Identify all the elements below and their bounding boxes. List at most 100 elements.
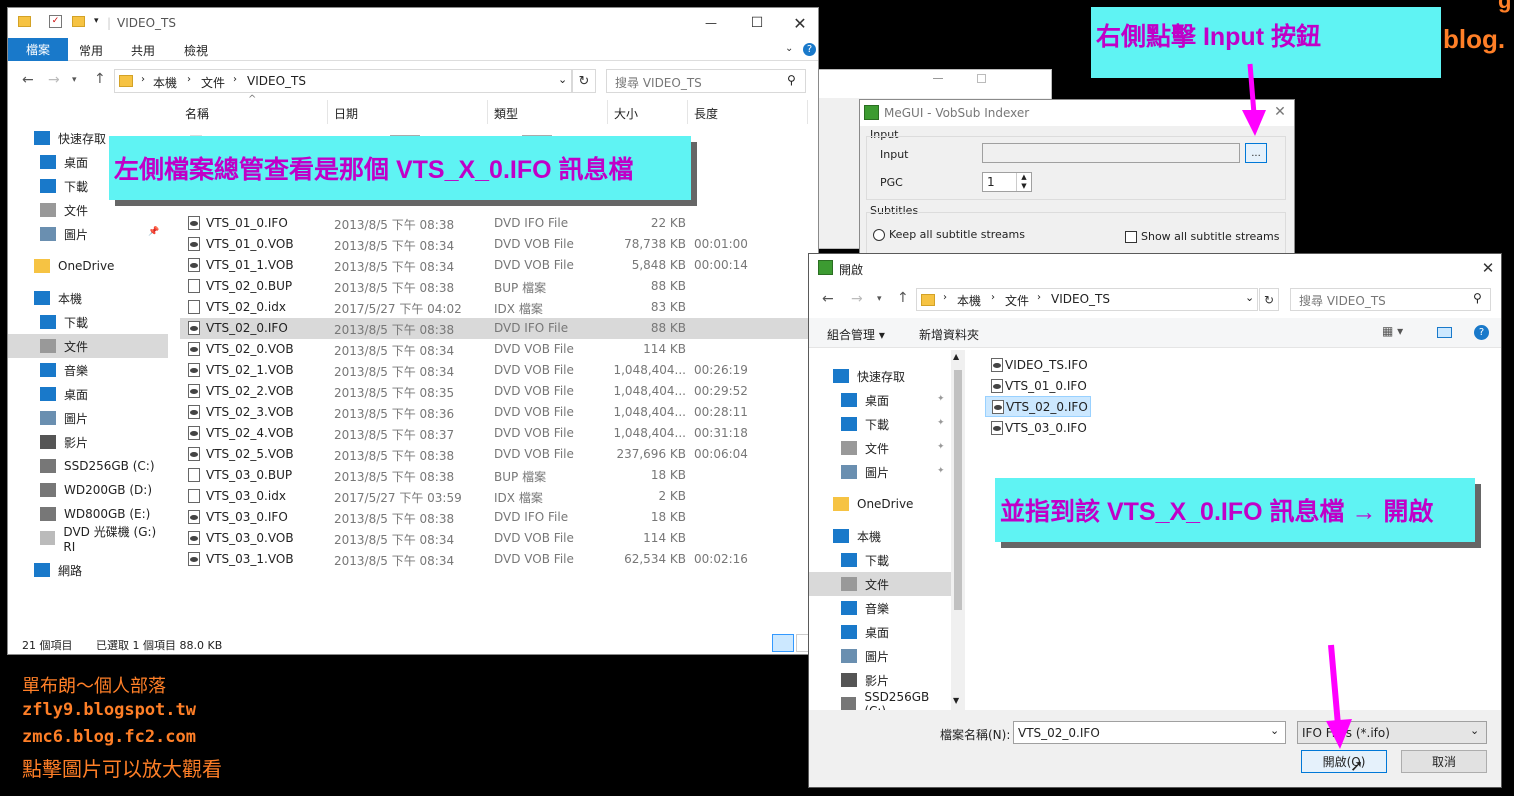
breadcrumb-item[interactable]: 文件 <box>1005 292 1029 309</box>
tab-home[interactable]: 常用 <box>79 42 103 59</box>
filename-input[interactable]: VTS_02_0.IFO ⌄ <box>1013 721 1286 744</box>
file-row[interactable]: VTS_02_0.BUP 2013/8/5 下午 08:38 BUP 檔案 88 KB <box>180 276 808 297</box>
column-length[interactable]: 長度 <box>694 105 718 122</box>
minimize-button[interactable]: — <box>688 8 734 38</box>
sidebar-item[interactable]: 桌面 <box>8 382 168 406</box>
dialog-nav-item[interactable]: SSD256GB (C:) <box>809 690 951 710</box>
breadcrumb-item[interactable]: VIDEO_TS <box>1051 292 1110 306</box>
dialog-file-item[interactable]: VTS_03_0.IFO <box>985 417 1185 438</box>
pin-icon[interactable]: ✦ <box>937 394 945 404</box>
sidebar-item[interactable]: 圖片 📌 <box>8 222 168 246</box>
file-row[interactable]: VTS_03_0.IFO 2013/8/5 下午 08:38 DVD IFO Fil… <box>180 507 808 528</box>
pin-icon[interactable]: 📌 <box>148 227 159 237</box>
tab-view[interactable]: 檢視 <box>184 42 208 59</box>
refresh-button[interactable]: ↻ <box>572 69 596 93</box>
open-button[interactable]: 開啟(O) <box>1301 750 1387 773</box>
file-row[interactable]: VTS_03_0.idx 2017/5/27 下午 03:59 IDX 檔案 2 KB <box>180 486 808 507</box>
dialog-address-bar[interactable]: › 本機 › 文件 › VIDEO_TS ⌄ <box>916 288 1258 311</box>
dialog-close-button[interactable]: ✕ <box>1477 258 1499 278</box>
back-icon[interactable]: ← <box>822 291 834 307</box>
address-bar[interactable]: › 本機 › 文件 › VIDEO_TS ⌄ <box>114 69 572 93</box>
tab-share[interactable]: 共用 <box>131 42 155 59</box>
dialog-nav-item[interactable]: 下載 ✦ <box>809 412 951 436</box>
sidebar-item[interactable]: 本機 <box>8 286 168 310</box>
pin-icon[interactable]: ✦ <box>937 442 945 452</box>
preview-pane-icon[interactable] <box>1437 327 1452 338</box>
file-row[interactable]: VTS_02_0.VOB 2013/8/5 下午 08:34 DVD VOB Fil… <box>180 339 808 360</box>
file-row[interactable]: VTS_02_5.VOB 2013/8/5 下午 08:38 DVD VOB Fil… <box>180 444 808 465</box>
sidebar-item[interactable]: 網路 <box>8 558 168 582</box>
pin-icon[interactable]: ✦ <box>937 466 945 476</box>
dialog-nav-item[interactable]: 影片 <box>809 668 951 692</box>
file-row[interactable]: VTS_02_0.IFO 2013/8/5 下午 08:38 DVD IFO Fil… <box>180 318 808 339</box>
sidebar-item[interactable]: 圖片 <box>8 406 168 430</box>
up-icon[interactable]: ↑ <box>897 290 909 306</box>
close-button[interactable]: ✕ <box>780 8 818 38</box>
back-icon[interactable]: ← <box>22 72 34 88</box>
file-row[interactable]: VTS_02_1.VOB 2013/8/5 下午 08:34 DVD VOB Fil… <box>180 360 808 381</box>
sidebar-item[interactable]: OneDrive <box>8 254 168 278</box>
quick-access-dropdown-icon[interactable]: ▾ <box>94 16 99 26</box>
sidebar-item[interactable]: SSD256GB (C:) <box>8 454 168 478</box>
recent-locations-icon[interactable]: ▾ <box>72 75 77 85</box>
new-folder-button[interactable]: 新增資料夾 <box>919 326 979 343</box>
sidebar-item[interactable]: 文件 <box>8 198 168 222</box>
properties-icon[interactable]: ✓ <box>49 15 62 28</box>
dialog-file-item[interactable]: VTS_02_0.IFO <box>985 396 1091 417</box>
help-icon[interactable]: ? <box>1474 325 1489 340</box>
dialog-nav-item[interactable]: 下載 <box>809 548 951 572</box>
file-row[interactable]: VTS_02_3.VOB 2013/8/5 下午 08:36 DVD VOB Fil… <box>180 402 808 423</box>
recent-locations-icon[interactable]: ▾ <box>877 294 882 304</box>
sidebar-item[interactable]: 音樂 <box>8 358 168 382</box>
address-dropdown-icon[interactable]: ⌄ <box>558 73 567 86</box>
help-icon[interactable]: ? <box>803 43 816 56</box>
breadcrumb-item[interactable]: 本機 <box>153 74 177 91</box>
dialog-search-input[interactable]: 搜尋 VIDEO_TS ⚲ <box>1290 288 1491 311</box>
input-browse-button[interactable]: ... <box>1245 143 1267 163</box>
dialog-nav-item[interactable]: 文件 <box>809 572 951 596</box>
new-folder-icon[interactable] <box>72 16 85 27</box>
dialog-nav-item[interactable]: 音樂 <box>809 596 951 620</box>
file-row[interactable]: VTS_03_0.VOB 2013/8/5 下午 08:34 DVD VOB Fil… <box>180 528 808 549</box>
sidebar-item[interactable]: DVD 光碟機 (G:) RI <box>8 525 168 554</box>
file-row[interactable]: VTS_01_1.VOB 2013/8/5 下午 08:34 DVD VOB Fil… <box>180 255 808 276</box>
forward-icon[interactable]: → <box>48 72 60 88</box>
file-row[interactable]: VTS_02_4.VOB 2013/8/5 下午 08:37 DVD VOB Fil… <box>180 423 808 444</box>
show-all-checkbox[interactable] <box>1125 231 1137 243</box>
view-options-icon[interactable]: ▦ ▾ <box>1382 324 1403 338</box>
file-row[interactable]: VTS_02_0.idx 2017/5/27 下午 04:02 IDX 檔案 83 K… <box>180 297 808 318</box>
file-row[interactable]: VTS_01_0.VOB 2013/8/5 下午 08:34 DVD VOB Fil… <box>180 234 808 255</box>
up-icon[interactable]: ↑ <box>94 71 106 87</box>
keep-all-radio[interactable] <box>873 229 885 241</box>
dialog-nav-item[interactable]: 本機 <box>809 524 951 548</box>
file-row[interactable]: VTS_01_0.IFO 2013/8/5 下午 08:38 DVD IFO Fil… <box>180 213 808 234</box>
search-input[interactable]: 搜尋 VIDEO_TS ⚲ <box>606 69 806 93</box>
dialog-file-item[interactable]: VIDEO_TS.IFO <box>985 354 1185 375</box>
column-type[interactable]: 類型 <box>494 105 518 122</box>
nav-scrollbar[interactable]: ▲ ▼ <box>951 350 965 710</box>
cancel-button[interactable]: 取消 <box>1401 750 1487 773</box>
details-view-icon[interactable] <box>772 634 794 652</box>
dialog-nav-item[interactable]: OneDrive <box>809 492 951 516</box>
scroll-thumb[interactable] <box>954 370 962 610</box>
sidebar-item[interactable]: 下載 <box>8 310 168 334</box>
scroll-up-icon[interactable]: ▲ <box>953 352 959 361</box>
file-row[interactable]: VTS_03_0.BUP 2013/8/5 下午 08:38 BUP 檔案 18 KB <box>180 465 808 486</box>
dialog-file-item[interactable]: VTS_01_0.IFO <box>985 375 1185 396</box>
breadcrumb-item[interactable]: 本機 <box>957 292 981 309</box>
file-row[interactable]: VTS_02_2.VOB 2013/8/5 下午 08:35 DVD VOB Fil… <box>180 381 808 402</box>
organize-button[interactable]: 組合管理 ▾ <box>827 326 885 343</box>
dialog-nav-item[interactable]: 圖片 ✦ <box>809 460 951 484</box>
dialog-nav-item[interactable]: 快速存取 <box>809 364 951 388</box>
expand-ribbon-icon[interactable]: ⌄ <box>785 43 793 54</box>
sidebar-item[interactable]: 文件 <box>8 334 168 358</box>
column-size[interactable]: 大小 <box>614 105 638 122</box>
scroll-down-icon[interactable]: ▼ <box>953 696 959 705</box>
column-date[interactable]: 日期 <box>334 105 358 122</box>
refresh-button[interactable]: ↻ <box>1259 288 1279 311</box>
stepper-arrows-icon[interactable]: ▲ ▼ <box>1016 173 1031 191</box>
dialog-nav-item[interactable]: 桌面 ✦ <box>809 388 951 412</box>
maximize-button[interactable]: ☐ <box>734 8 780 38</box>
sidebar-item[interactable]: WD200GB (D:) <box>8 478 168 502</box>
address-dropdown-icon[interactable]: ⌄ <box>1245 291 1254 304</box>
